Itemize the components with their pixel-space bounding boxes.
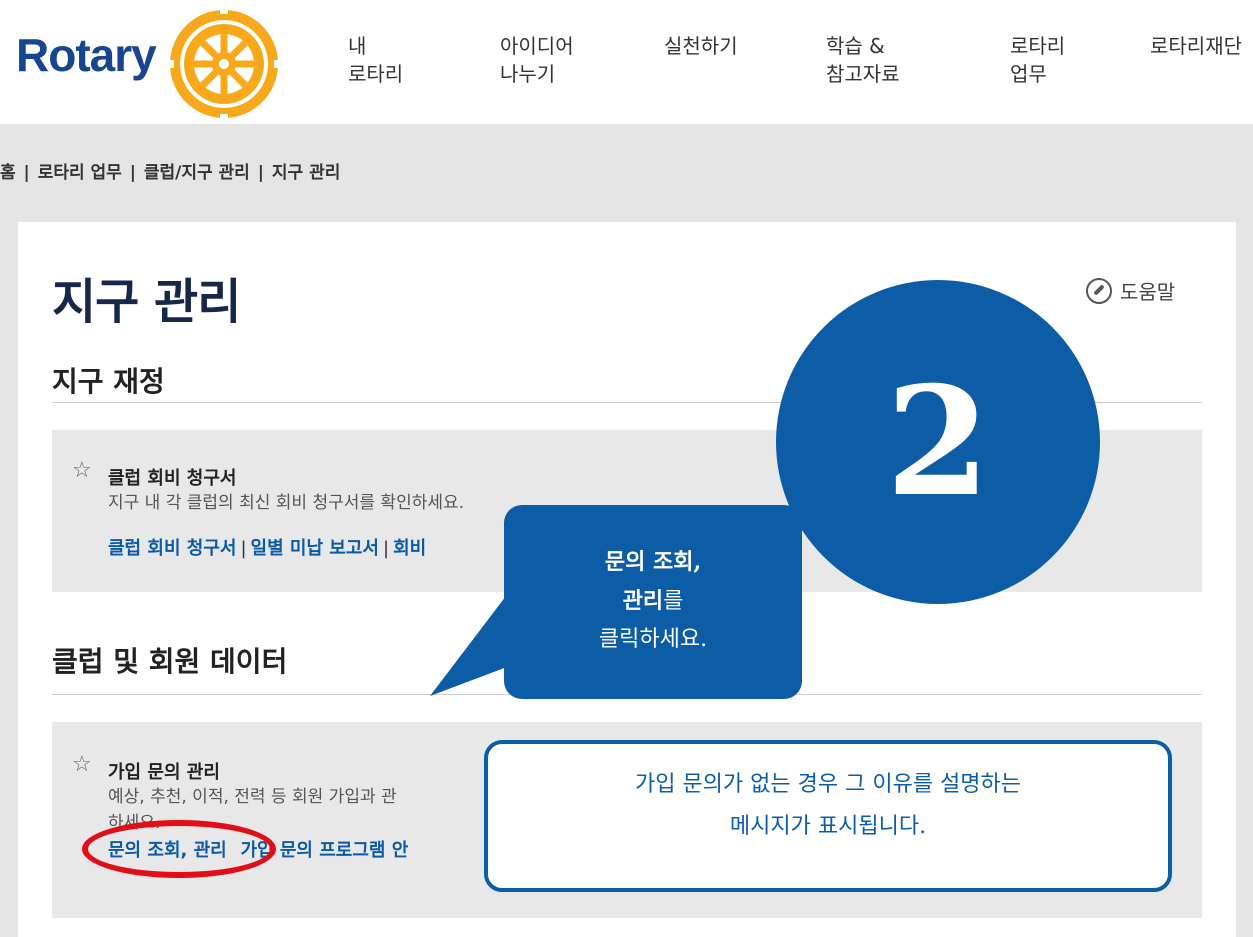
info-note-box: 가입 문의가 없는 경우 그 이유를 설명하는 메시지가 표시됩니다. bbox=[484, 740, 1172, 892]
nav-item-take-action[interactable]: 실천하기 bbox=[664, 32, 738, 60]
star-icon[interactable]: ☆ bbox=[72, 458, 92, 483]
finance-links: 클럽 회비 청구서 | 일별 미납 보고서 | 회비 bbox=[108, 538, 427, 559]
instruction-callout: 문의 조회, 관리를 클릭하세요. bbox=[504, 505, 802, 699]
link-dues-more[interactable]: 회비 bbox=[393, 538, 426, 559]
breadcrumb-club-district[interactable]: 클럽/지구 관리 bbox=[144, 163, 250, 183]
step-number: 2 bbox=[885, 354, 991, 530]
page-title: 지구 관리 bbox=[52, 274, 241, 330]
star-icon[interactable]: ☆ bbox=[72, 752, 92, 777]
breadcrumb-home[interactable]: 홈 bbox=[0, 163, 16, 183]
nav-item-my-rotary[interactable]: 내 로타리 bbox=[348, 32, 403, 88]
nav-item-rotary-business[interactable]: 로타리 업무 bbox=[1010, 32, 1065, 88]
rotary-wheel-icon[interactable] bbox=[168, 8, 280, 120]
link-dues-invoice[interactable]: 클럽 회비 청구서 bbox=[108, 538, 236, 559]
rotary-logo-text[interactable]: Rotary bbox=[16, 28, 157, 82]
section-heading-finance: 지구 재정 bbox=[52, 365, 165, 398]
item-desc-dues-invoice: 지구 내 각 클럽의 최신 회비 청구서를 확인하세요. bbox=[108, 493, 465, 513]
item-title-membership-leads: 가입 문의 관리 bbox=[108, 762, 220, 783]
item-desc-line1: 예상, 추천, 이적, 전력 등 회원 가입과 관 bbox=[108, 787, 397, 807]
highlight-ellipse bbox=[82, 820, 276, 878]
link-daily-unpaid-report[interactable]: 일별 미납 보고서 bbox=[251, 538, 379, 559]
help-label: 도움말 bbox=[1120, 280, 1176, 304]
site-header: Rotary 내 로타리 아이디어 나누기 실천하기 학습 & 참고자료 로타리… bbox=[0, 0, 1253, 120]
nav-item-learning-reference[interactable]: 학습 & 참고자료 bbox=[826, 32, 900, 88]
item-title-dues-invoice: 클럽 회비 청구서 bbox=[108, 468, 237, 489]
breadcrumb-rotary-business[interactable]: 로타리 업무 bbox=[38, 163, 122, 183]
nav-item-rotary-foundation[interactable]: 로타리재단 bbox=[1150, 32, 1242, 60]
nav-item-share-ideas[interactable]: 아이디어 나누기 bbox=[500, 32, 574, 88]
breadcrumb: 홈 | 로타리 업무 | 클럽/지구 관리 | 지구 관리 bbox=[0, 163, 341, 183]
breadcrumb-current: 지구 관리 bbox=[271, 163, 341, 183]
section-heading-data: 클럽 및 회원 데이터 bbox=[52, 645, 288, 678]
